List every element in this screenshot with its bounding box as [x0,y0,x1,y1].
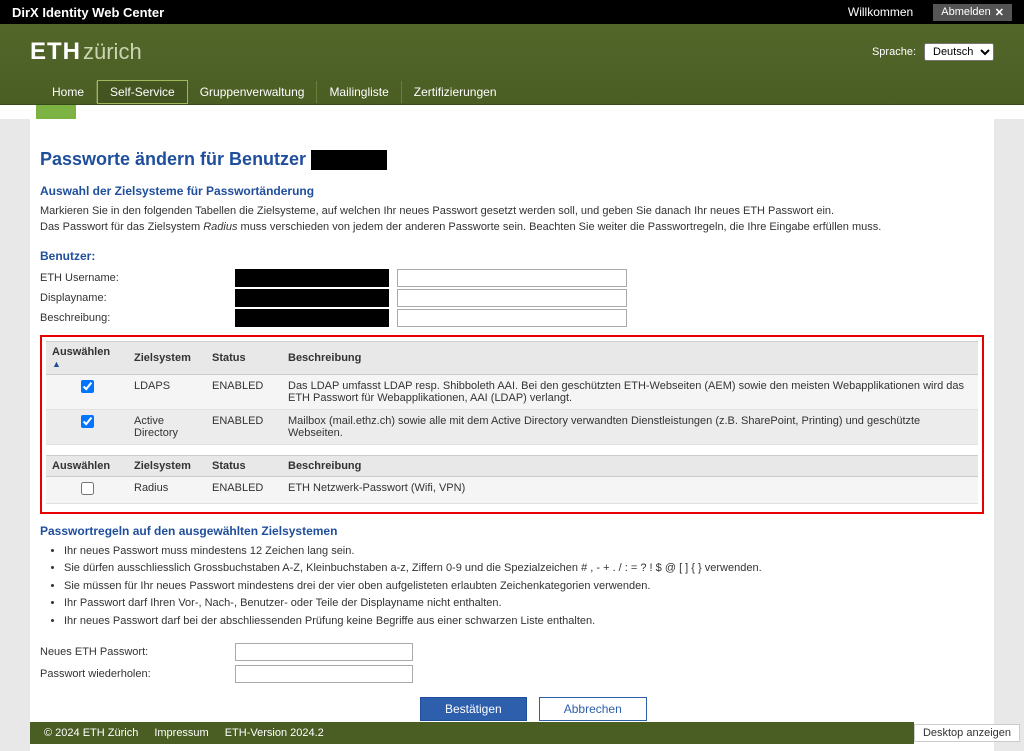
confirm-button[interactable]: Bestätigen [420,697,527,721]
logout-button[interactable]: Abmelden ✕ [933,4,1012,21]
intro-line1: Markieren Sie in den folgenden Tabellen … [40,204,984,219]
repeat-password-input[interactable] [235,665,413,683]
redacted-username [311,150,387,170]
app-title: DirX Identity Web Center [12,5,164,20]
rule-item: Sie dürfen ausschliesslich Grossbuchstab… [64,561,984,576]
subnav [0,105,1024,119]
table-row: Active Directory ENABLED Mailbox (mail.e… [46,410,978,445]
footer-impressum[interactable]: Impressum [154,727,208,739]
cell-status: ENABLED [206,410,282,445]
desc-input [397,309,627,327]
nav-zertifizierungen[interactable]: Zertifizierungen [402,81,509,103]
rule-item: Ihr Passwort darf Ihren Vor-, Nach-, Ben… [64,596,984,611]
intro-text: Markieren Sie in den folgenden Tabellen … [40,204,984,235]
user-fields: ETH Username: Displayname: Beschreibung: [40,269,984,327]
cell-system: LDAPS [128,375,206,410]
subnav-indicator [36,105,76,119]
rule-item: Ihr neues Passwort muss mindestens 12 Ze… [64,544,984,559]
table-row: Radius ENABLED ETH Netzwerk-Passwort (Wi… [46,477,978,504]
nav-home[interactable]: Home [40,81,97,103]
user-heading: Benutzer: [40,249,984,263]
cell-system: Radius [128,477,206,504]
th-status[interactable]: Status [206,456,282,477]
redacted-value [235,309,389,327]
cell-desc: Mailbox (mail.ethz.ch) sowie alle mit de… [282,410,978,445]
new-password-label: Neues ETH Passwort: [40,646,235,658]
select-ad-checkbox[interactable] [81,415,94,428]
cell-system: Active Directory [128,410,206,445]
th-system[interactable]: Zielsystem [128,456,206,477]
th-desc[interactable]: Beschreibung [282,456,978,477]
section1-title: Auswahl der Zielsysteme für Passwortände… [40,184,984,198]
new-password-input[interactable] [235,643,413,661]
table-row: LDAPS ENABLED Das LDAP umfasst LDAP resp… [46,375,978,410]
redacted-value [235,269,389,287]
page-title-text: Passworte ändern für Benutzer [40,149,311,169]
displayname-label: Displayname: [40,292,235,304]
nav-gruppenverwaltung[interactable]: Gruppenverwaltung [188,81,318,103]
repeat-password-label: Passwort wiederholen: [40,668,235,680]
cell-desc: Das LDAP umfasst LDAP resp. Shibboleth A… [282,375,978,410]
th-system[interactable]: Zielsystem [128,342,206,375]
select-radius-checkbox[interactable] [81,482,94,495]
logo-bold: ETH [30,38,81,66]
cell-desc: ETH Netzwerk-Passwort (Wifi, VPN) [282,477,978,504]
cancel-button[interactable]: Abbrechen [539,697,647,721]
cell-status: ENABLED [206,477,282,504]
select-ldaps-checkbox[interactable] [81,380,94,393]
header: ETH zürich Sprache: Deutsch Home Self-Se… [0,24,1024,105]
welcome-text: Willkommen [848,5,913,19]
page-title: Passworte ändern für Benutzer [40,149,984,170]
displayname-input [397,289,627,307]
language-select[interactable]: Deutsch [924,43,994,61]
th-select[interactable]: Auswählen ▲ [46,342,128,375]
rule-item: Ihr neues Passwort darf bei der abschlie… [64,614,984,629]
rule-item: Sie müssen für Ihr neues Passwort mindes… [64,579,984,594]
password-rules: Passwortregeln auf den ausgewählten Ziel… [40,524,984,629]
nav-mailingliste[interactable]: Mailingliste [317,81,401,103]
footer-copyright: © 2024 ETH Zürich [44,727,138,739]
footer-version: ETH-Version 2024.2 [225,727,324,739]
nav-self-service[interactable]: Self-Service [97,80,188,104]
rules-title: Passwortregeln auf den ausgewählten Ziel… [40,524,984,538]
language-label: Sprache: [872,46,916,58]
cell-status: ENABLED [206,375,282,410]
logo: ETH zürich [30,38,142,66]
username-label: ETH Username: [40,272,235,284]
redacted-value [235,289,389,307]
page-content: Passworte ändern für Benutzer Auswahl de… [30,119,994,751]
close-icon: ✕ [995,6,1004,19]
systems-table-2: Auswählen Zielsystem Status Beschreibung… [46,455,978,504]
th-desc[interactable]: Beschreibung [282,342,978,375]
desktop-toggle[interactable]: Desktop anzeigen [914,724,1020,742]
th-status[interactable]: Status [206,342,282,375]
logo-light: zürich [83,39,142,65]
th-select[interactable]: Auswählen [46,456,128,477]
username-input [397,269,627,287]
nav: Home Self-Service Gruppenverwaltung Mail… [40,80,994,104]
sort-asc-icon: ▲ [52,359,61,369]
topbar: DirX Identity Web Center Willkommen Abme… [0,0,1024,24]
footer: © 2024 ETH Zürich Impressum ETH-Version … [0,722,1024,744]
intro-line2: Das Passwort für das Zielsystem Radius m… [40,220,984,235]
systems-table-1: Auswählen ▲ Zielsystem Status Beschreibu… [46,341,978,445]
desc-label: Beschreibung: [40,312,235,324]
systems-highlight-box: Auswählen ▲ Zielsystem Status Beschreibu… [40,335,984,514]
logout-label: Abmelden [941,6,991,18]
